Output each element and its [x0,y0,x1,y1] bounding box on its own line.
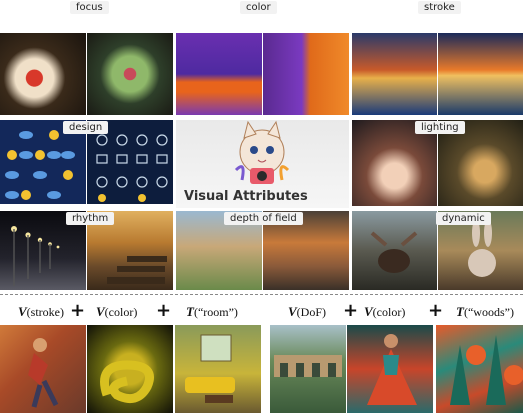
formula-v-color-right: V(color) [364,304,406,319]
dancer-figure [367,334,417,405]
forest-trees [450,335,523,405]
plus-sign-3: + [343,300,359,321]
color-label: color [240,1,277,14]
composed-image-snake [87,325,173,413]
plus-sign-2: + [156,300,172,321]
coiled-snake [100,360,154,404]
rhythm-label: rhythm [66,212,115,225]
formula-t-room: T(“room”) [186,304,238,319]
plus-sign-1: + [70,300,86,321]
composed-image-climber [0,325,86,413]
lighting-label: lighting [415,121,465,134]
depth-of-field-label: depth of field [224,212,303,225]
formula-v-stroke: V(stroke) [18,304,64,319]
section-divider [0,294,523,295]
stroke-label: stroke [418,1,461,14]
composed-image-room [175,325,261,413]
climber-figure [28,338,59,408]
formula-v-color-left: V(color) [96,304,138,319]
moose [370,231,418,273]
room-sofa [185,334,235,403]
color-image-1 [176,33,262,115]
composed-image-dancer [347,325,433,413]
color-image-2 [263,33,349,115]
focus-image-2 [87,33,173,115]
aqueduct-arches [274,355,342,377]
dynamic-label: dynamic [436,212,491,225]
focus-image-1 [0,33,86,115]
formula-t-woods: T(“woods”) [456,304,514,319]
focus-label: focus [70,1,109,14]
composed-image-aqueduct [270,325,346,413]
center-title: Visual Attributes [184,189,308,204]
stroke-image-1 [352,33,437,115]
dynamic-image-1 [352,211,437,290]
stroke-image-2 [438,33,523,115]
design-label: design [63,121,109,134]
composed-image-woods [436,325,523,413]
formula-v-dof: V(DoF) [288,304,327,319]
plus-sign-4: + [428,300,444,321]
